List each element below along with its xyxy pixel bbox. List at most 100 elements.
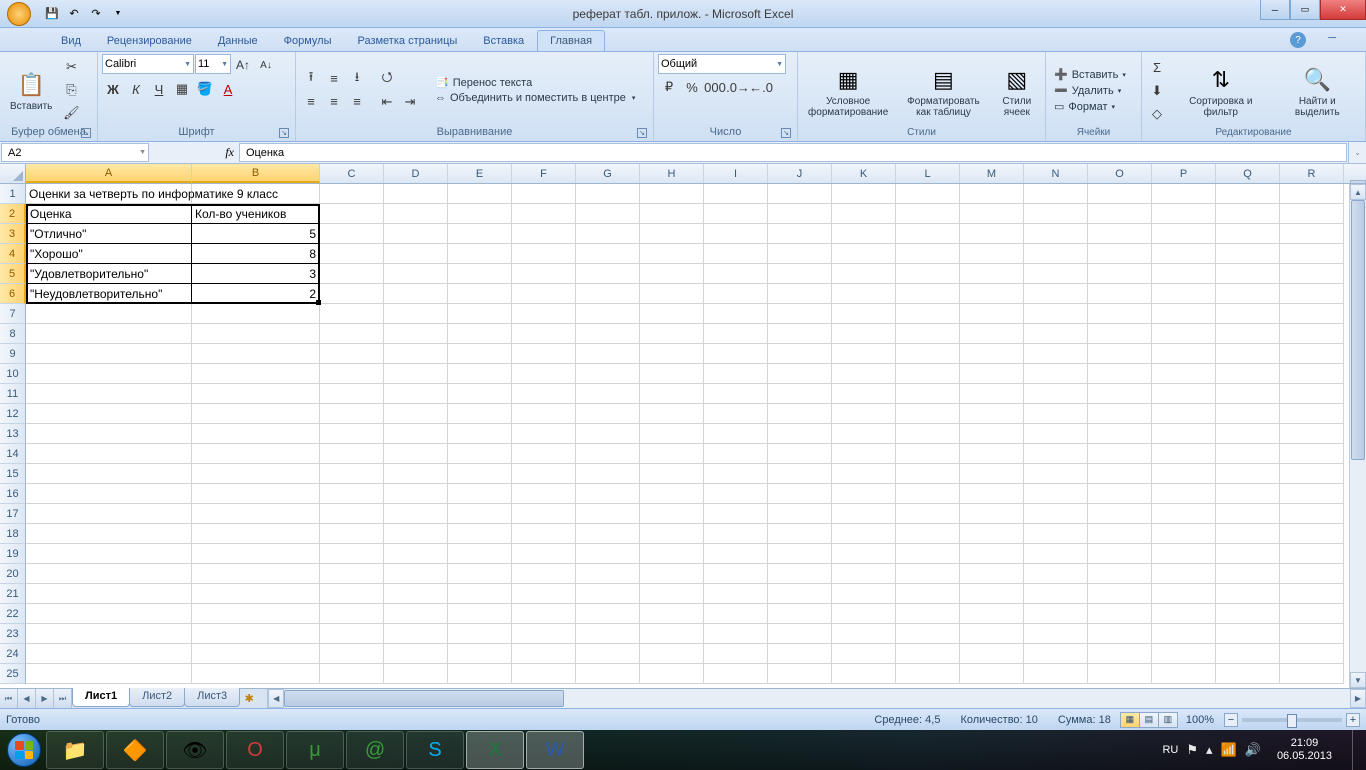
cell[interactable] bbox=[1152, 604, 1216, 624]
cell[interactable] bbox=[640, 484, 704, 504]
cell[interactable] bbox=[448, 564, 512, 584]
cell[interactable] bbox=[512, 564, 576, 584]
cell[interactable] bbox=[448, 604, 512, 624]
column-header[interactable]: L bbox=[896, 164, 960, 183]
tab-Вставка[interactable]: Вставка bbox=[470, 30, 537, 51]
cell[interactable] bbox=[1280, 304, 1344, 324]
cell[interactable] bbox=[960, 344, 1024, 364]
cell[interactable] bbox=[704, 344, 768, 364]
column-header[interactable]: N bbox=[1024, 164, 1088, 183]
cell[interactable] bbox=[640, 184, 704, 204]
row-header[interactable]: 7 bbox=[0, 304, 26, 324]
wrap-text-button[interactable]: 📑Перенос текста bbox=[431, 75, 536, 90]
cell[interactable] bbox=[704, 364, 768, 384]
align-right-icon[interactable]: ≡ bbox=[346, 91, 368, 113]
cell[interactable] bbox=[1088, 384, 1152, 404]
cell[interactable] bbox=[1216, 184, 1280, 204]
cell[interactable] bbox=[576, 504, 640, 524]
cell[interactable] bbox=[704, 284, 768, 304]
cell[interactable] bbox=[26, 604, 192, 624]
qat-redo-icon[interactable]: ↷ bbox=[86, 4, 106, 24]
cell[interactable] bbox=[1280, 224, 1344, 244]
cell[interactable] bbox=[832, 384, 896, 404]
cell[interactable] bbox=[1216, 564, 1280, 584]
sheet-nav-first-icon[interactable]: ⏮ bbox=[0, 689, 18, 708]
cell[interactable] bbox=[1216, 664, 1280, 684]
cell[interactable] bbox=[960, 384, 1024, 404]
cell[interactable] bbox=[768, 384, 832, 404]
minimize-button[interactable]: ─ bbox=[1260, 0, 1290, 20]
cell[interactable] bbox=[26, 544, 192, 564]
cell[interactable] bbox=[448, 244, 512, 264]
cell[interactable] bbox=[448, 204, 512, 224]
cell[interactable] bbox=[1280, 664, 1344, 684]
tab-Вид[interactable]: Вид bbox=[48, 30, 94, 51]
cell[interactable] bbox=[512, 524, 576, 544]
cell[interactable] bbox=[26, 504, 192, 524]
name-box[interactable]: A2▼ bbox=[1, 143, 149, 162]
cell[interactable] bbox=[704, 604, 768, 624]
cell[interactable] bbox=[768, 244, 832, 264]
cell[interactable] bbox=[960, 664, 1024, 684]
cell[interactable] bbox=[704, 664, 768, 684]
cell[interactable] bbox=[320, 484, 384, 504]
cell[interactable] bbox=[1152, 304, 1216, 324]
zoom-slider[interactable] bbox=[1242, 718, 1342, 722]
cell[interactable] bbox=[960, 324, 1024, 344]
sheet-nav-prev-icon[interactable]: ◀ bbox=[18, 689, 36, 708]
taskbar-utorrent-icon[interactable]: μ bbox=[286, 731, 344, 769]
cell[interactable] bbox=[512, 624, 576, 644]
cell[interactable] bbox=[576, 664, 640, 684]
view-page-layout-icon[interactable]: ▤ bbox=[1139, 712, 1159, 728]
cell[interactable] bbox=[320, 384, 384, 404]
cell[interactable] bbox=[26, 464, 192, 484]
cell[interactable] bbox=[1216, 544, 1280, 564]
font-size-combo[interactable]: 11▼ bbox=[195, 54, 231, 74]
cell[interactable] bbox=[768, 484, 832, 504]
cell[interactable] bbox=[640, 324, 704, 344]
cell[interactable] bbox=[1088, 544, 1152, 564]
view-page-break-icon[interactable]: ▥ bbox=[1158, 712, 1178, 728]
cell[interactable] bbox=[640, 204, 704, 224]
cell[interactable] bbox=[384, 484, 448, 504]
cell[interactable] bbox=[1088, 584, 1152, 604]
sheet-nav-last-icon[interactable]: ⏭ bbox=[54, 689, 72, 708]
cell[interactable] bbox=[1088, 644, 1152, 664]
cell[interactable] bbox=[1280, 264, 1344, 284]
cell[interactable] bbox=[896, 204, 960, 224]
cell[interactable] bbox=[704, 464, 768, 484]
cell[interactable] bbox=[1024, 204, 1088, 224]
cell[interactable] bbox=[192, 524, 320, 544]
cell[interactable] bbox=[192, 304, 320, 324]
cell[interactable] bbox=[26, 404, 192, 424]
column-header[interactable]: E bbox=[448, 164, 512, 183]
cell[interactable] bbox=[1152, 224, 1216, 244]
cell[interactable] bbox=[192, 484, 320, 504]
cell[interactable] bbox=[448, 184, 512, 204]
row-header[interactable]: 15 bbox=[0, 464, 26, 484]
cell[interactable] bbox=[448, 284, 512, 304]
cell[interactable] bbox=[960, 264, 1024, 284]
cell[interactable] bbox=[1280, 284, 1344, 304]
cell[interactable] bbox=[1088, 264, 1152, 284]
cell[interactable] bbox=[384, 344, 448, 364]
cell[interactable] bbox=[640, 224, 704, 244]
cell[interactable] bbox=[960, 424, 1024, 444]
cell[interactable] bbox=[640, 264, 704, 284]
cell[interactable] bbox=[26, 444, 192, 464]
cell[interactable] bbox=[384, 444, 448, 464]
cell[interactable] bbox=[768, 364, 832, 384]
cell[interactable] bbox=[704, 544, 768, 564]
cell[interactable] bbox=[960, 504, 1024, 524]
cell[interactable] bbox=[704, 644, 768, 664]
cell[interactable] bbox=[640, 404, 704, 424]
cell[interactable] bbox=[1216, 264, 1280, 284]
cell[interactable] bbox=[704, 324, 768, 344]
cell[interactable] bbox=[1280, 364, 1344, 384]
cell[interactable] bbox=[384, 464, 448, 484]
cell[interactable] bbox=[1088, 464, 1152, 484]
scroll-right-icon[interactable]: ▶ bbox=[1350, 689, 1366, 708]
italic-button[interactable]: К bbox=[125, 78, 147, 100]
cell[interactable] bbox=[1088, 484, 1152, 504]
cell[interactable] bbox=[1216, 304, 1280, 324]
